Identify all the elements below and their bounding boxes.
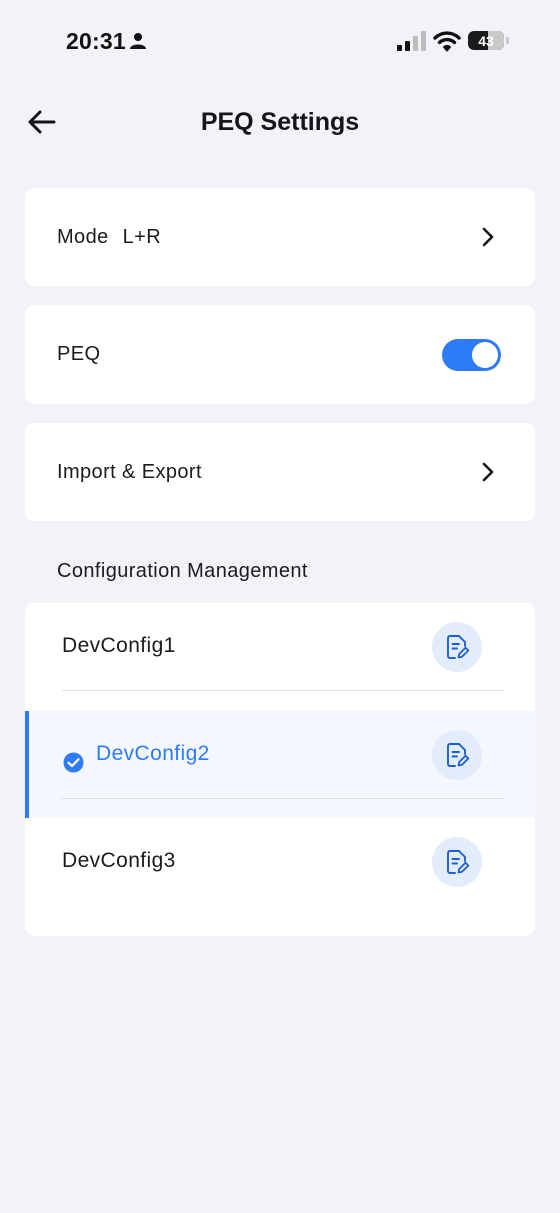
edit-document-icon <box>447 850 470 874</box>
mode-label: Mode <box>57 225 109 248</box>
config-item-devconfig3[interactable]: DevConfig3 <box>25 818 535 925</box>
config-name: DevConfig2 <box>96 742 210 765</box>
edit-config-button[interactable] <box>432 622 482 672</box>
edit-config-button[interactable] <box>432 730 482 780</box>
peq-toggle[interactable] <box>442 339 501 371</box>
page-title: PEQ Settings <box>200 108 360 136</box>
config-list: DevConfig1 DevConfig2 DevConfig3 <box>25 603 535 936</box>
peq-settings-screen: 20:31 43 PEQ Settings Mode L+R PEQ Impor… <box>0 0 560 1213</box>
mode-value: L+R <box>122 225 162 248</box>
peq-label: PEQ <box>57 343 101 365</box>
status-time: 20:31 <box>66 28 126 54</box>
chevron-right-icon <box>482 462 494 482</box>
config-item-devconfig1[interactable]: DevConfig1 <box>25 603 535 710</box>
edit-config-button[interactable] <box>432 837 482 887</box>
chevron-right-icon <box>482 227 494 247</box>
import-export-label: Import & Export <box>57 460 202 483</box>
person-icon <box>130 33 146 49</box>
config-item-devconfig2[interactable]: DevConfig2 <box>25 711 535 818</box>
import-export-row[interactable]: Import & Export <box>25 423 535 521</box>
config-name: DevConfig1 <box>62 634 176 657</box>
mode-row[interactable]: Mode L+R <box>25 188 535 286</box>
toggle-knob <box>472 342 498 368</box>
battery-cap <box>506 37 509 44</box>
edit-document-icon <box>447 743 470 767</box>
signal-icon <box>397 31 426 51</box>
check-circle-icon <box>63 752 84 773</box>
status-bar: 20:31 43 <box>0 0 560 84</box>
divider <box>62 690 504 691</box>
config-name: DevConfig3 <box>62 849 176 872</box>
edit-document-icon <box>447 635 470 659</box>
divider <box>62 798 504 799</box>
battery-level: 43 <box>478 32 494 49</box>
selection-indicator <box>25 711 29 818</box>
wifi-icon <box>433 31 461 52</box>
section-title: Configuration Management <box>57 560 308 582</box>
peq-row: PEQ <box>25 305 535 404</box>
battery-icon: 43 <box>468 31 504 50</box>
